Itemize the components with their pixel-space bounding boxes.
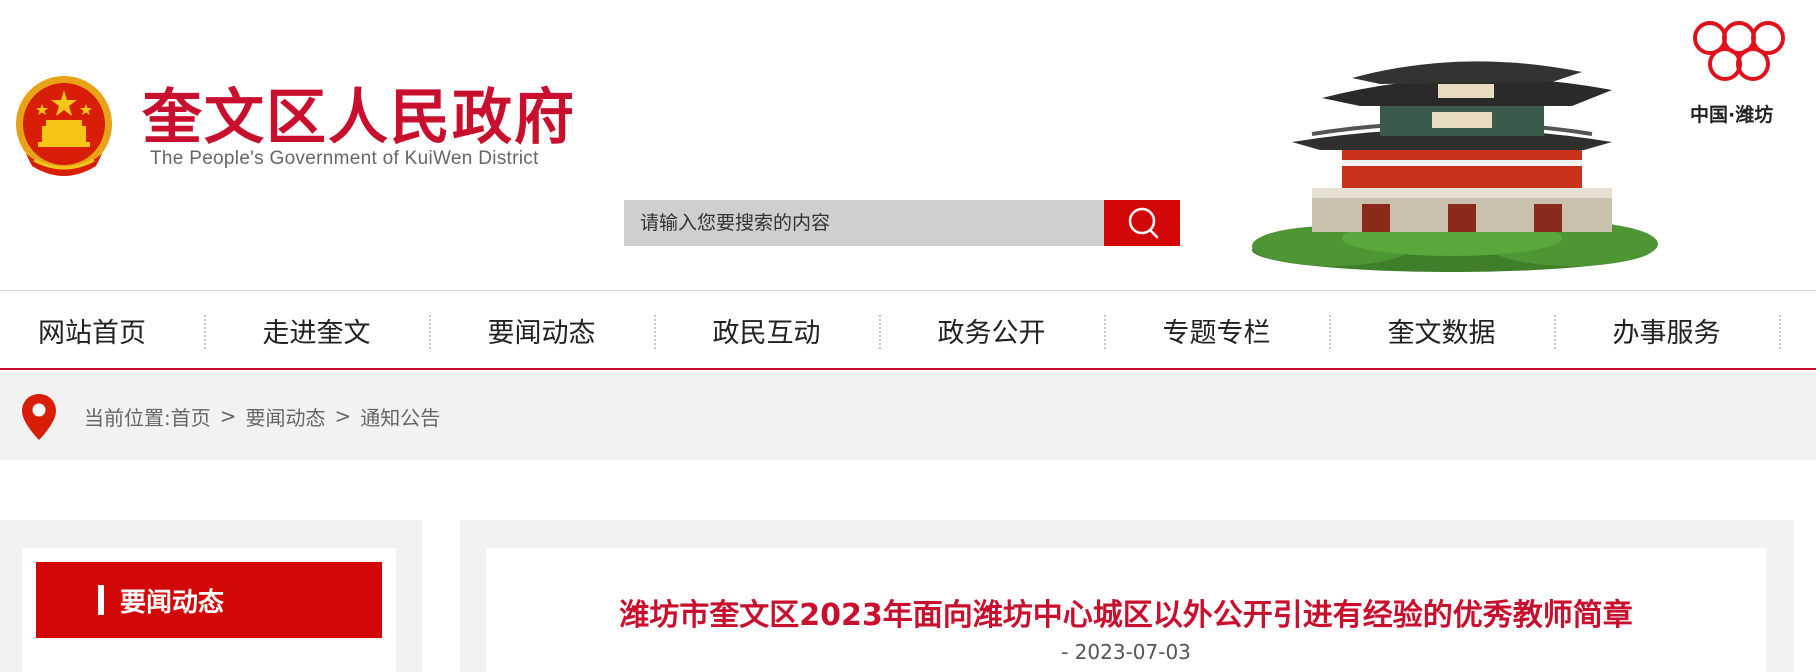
breadcrumb-link-notices[interactable]: 通知公告	[360, 402, 440, 431]
breadcrumb-separator: >	[334, 404, 352, 428]
search-button[interactable]	[1104, 200, 1180, 246]
nav-item-news[interactable]: 要闻动态	[429, 291, 654, 369]
article-date: - 2023-07-03	[1061, 640, 1191, 664]
heading-accent-bar	[98, 585, 104, 615]
city-name: 中国·潍坊	[1690, 104, 1774, 126]
breadcrumb: 当前位置: 首页 > 要闻动态 > 通知公告	[84, 372, 440, 460]
nav-item-topics[interactable]: 专题专栏	[1104, 291, 1329, 369]
city-rings-logo-icon[interactable]	[1692, 18, 1786, 86]
breadcrumb-separator: >	[219, 404, 237, 428]
sidebar-heading-label: 要闻动态	[120, 587, 225, 618]
nav-item-data[interactable]: 奎文数据	[1329, 291, 1554, 369]
site-title[interactable]: 奎文区人民政府	[142, 80, 576, 156]
nav-item-about[interactable]: 走进奎文	[204, 291, 429, 369]
national-emblem-icon[interactable]	[12, 70, 116, 180]
site-header: 奎文区人民政府 The People's Government of KuiWe…	[0, 0, 1816, 290]
location-pin-icon	[22, 394, 56, 440]
breadcrumb-link-news[interactable]: 要闻动态	[246, 402, 326, 431]
search-bar	[624, 200, 1180, 246]
nav-item-services[interactable]: 办事服务	[1554, 291, 1779, 369]
article-panel: 潍坊市奎文区2023年面向潍坊中心城区以外公开引进有经验的优秀教师简章 - 20…	[460, 520, 1794, 672]
main-nav: 网站首页 走进奎文 要闻动态 政民互动 政务公开 专题专栏 奎文数据 办事服务	[0, 290, 1816, 370]
sidebar-card: 要闻动态	[22, 548, 396, 672]
kuiwen-pavilion-image	[1252, 61, 1658, 272]
search-icon	[1128, 207, 1159, 239]
breadcrumb-bar: 当前位置: 首页 > 要闻动态 > 通知公告	[0, 372, 1816, 460]
nav-item-disclosure[interactable]: 政务公开	[879, 291, 1104, 369]
breadcrumb-link-home[interactable]: 首页	[171, 402, 211, 431]
sidebar-heading[interactable]: 要闻动态	[36, 562, 382, 638]
sidebar: 要闻动态	[0, 520, 422, 672]
nav-divider	[1779, 315, 1781, 349]
search-input[interactable]	[624, 200, 1104, 246]
article-card: 潍坊市奎文区2023年面向潍坊中心城区以外公开引进有经验的优秀教师简章 - 20…	[486, 548, 1766, 672]
site-subtitle: The People's Government of KuiWen Distri…	[150, 148, 539, 169]
article-title: 潍坊市奎文区2023年面向潍坊中心城区以外公开引进有经验的优秀教师简章	[619, 598, 1633, 633]
nav-item-home[interactable]: 网站首页	[0, 291, 184, 369]
breadcrumb-prefix: 当前位置:	[84, 405, 171, 430]
nav-item-interaction[interactable]: 政民互动	[654, 291, 879, 369]
